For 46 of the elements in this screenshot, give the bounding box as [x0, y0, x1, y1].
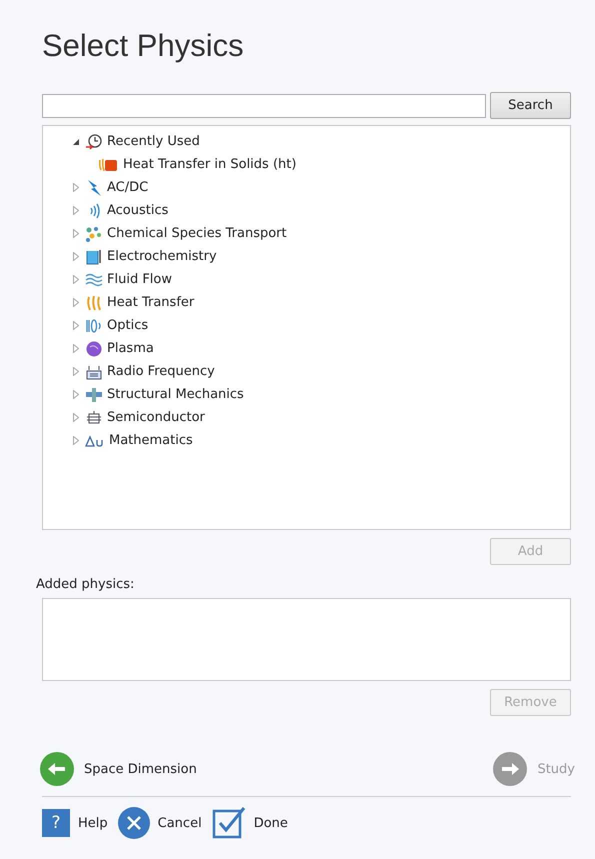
expand-icon[interactable] [73, 367, 79, 376]
tree-item[interactable]: Fluid Flow [71, 268, 570, 291]
tree-item[interactable]: Mathematics [71, 429, 570, 452]
search-field[interactable] [42, 94, 486, 118]
expand-icon[interactable] [73, 344, 79, 353]
heat-icon [85, 294, 103, 312]
expand-icon[interactable] [73, 252, 79, 261]
lightning-icon [85, 178, 103, 196]
molecules-icon [85, 224, 103, 242]
back-button[interactable]: Space Dimension [40, 752, 197, 786]
done-button[interactable]: Done [212, 807, 288, 839]
search-button[interactable]: Search [490, 92, 571, 119]
expand-icon[interactable] [73, 436, 79, 445]
tree-item[interactable]: Electrochemistry [71, 245, 570, 268]
tree-item[interactable]: Acoustics [71, 199, 570, 222]
expand-icon[interactable] [73, 206, 79, 215]
beam-icon [85, 386, 103, 404]
tree-item[interactable]: Optics [71, 314, 570, 337]
sphere-icon [85, 340, 103, 358]
tree-item[interactable]: Chemical Species Transport [71, 222, 570, 245]
expand-icon[interactable] [73, 298, 79, 307]
cancel-button[interactable]: Cancel [118, 807, 202, 839]
expanded-icon[interactable] [72, 138, 80, 146]
expand-icon[interactable] [73, 183, 79, 192]
clock-icon [85, 132, 103, 150]
tree-item[interactable]: AC/DC [71, 176, 570, 199]
expand-icon[interactable] [73, 321, 79, 330]
beaker-icon [85, 248, 103, 266]
added-physics-label: Added physics: [36, 577, 136, 592]
close-icon [118, 807, 150, 839]
tree-item[interactable]: Plasma [71, 337, 570, 360]
tree-item[interactable]: Heat Transfer [71, 291, 570, 314]
tree-item[interactable]: Recently Used [71, 130, 570, 153]
tree-item[interactable]: Radio Frequency [71, 360, 570, 383]
expand-icon[interactable] [73, 390, 79, 399]
chip-icon [85, 408, 103, 426]
tree-item[interactable]: Structural Mechanics [71, 383, 570, 406]
help-button[interactable]: ? Help [42, 809, 108, 837]
checkbox-tick-icon [212, 807, 246, 839]
lens-icon [85, 316, 103, 334]
tree-item[interactable]: Semiconductor [71, 406, 570, 429]
expand-icon[interactable] [73, 275, 79, 284]
expand-icon[interactable] [73, 229, 79, 238]
tree-item[interactable]: Heat Transfer in Solids (ht) [71, 153, 570, 176]
dialog-title: Select Physics [42, 28, 245, 64]
expand-icon[interactable] [73, 413, 79, 422]
